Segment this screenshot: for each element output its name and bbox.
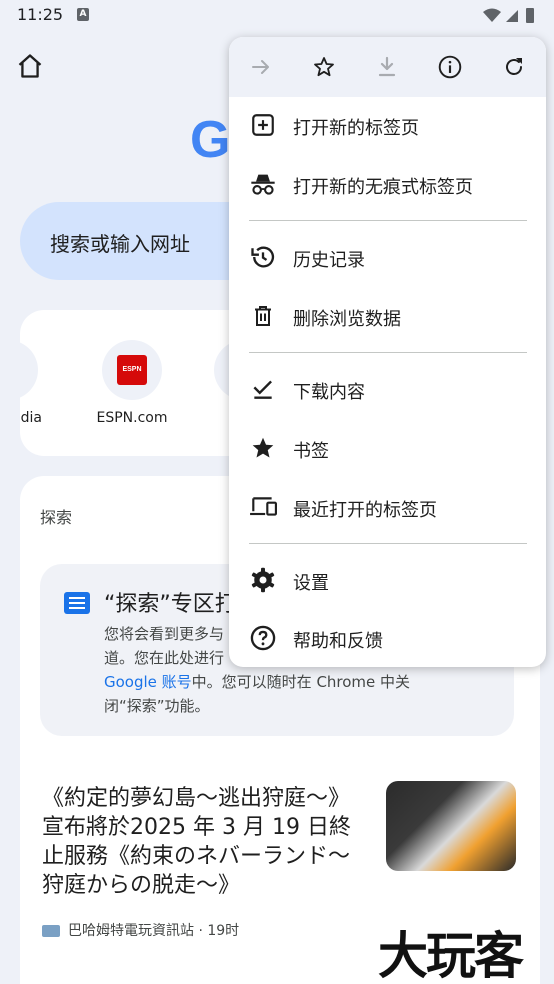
menu-item-label: 设置	[293, 573, 329, 594]
google-logo: G	[190, 111, 231, 169]
menu-item-incognito[interactable]: 打开新的无痕式标签页	[229, 155, 546, 213]
incognito-icon	[249, 170, 277, 198]
menu-toolbar	[229, 37, 546, 97]
tile-label: ESPN.com	[96, 410, 168, 426]
menu-item-new-tab[interactable]: 打开新的标签页	[229, 96, 546, 154]
menu-item-history[interactable]: 历史记录	[229, 228, 546, 286]
signal-battery-icons	[483, 8, 534, 23]
shortcut-tile-wikipedia[interactable]: W pedia	[20, 340, 58, 426]
menu-item-label: 最近打开的标签页	[293, 500, 437, 521]
status-time: 11:25	[17, 5, 64, 24]
downloads-check-icon	[249, 375, 277, 403]
news-thumbnail[interactable]	[386, 781, 516, 871]
search-placeholder: 搜索或输入网址	[50, 232, 190, 256]
menu-item-label: 打开新的标签页	[293, 118, 419, 139]
help-icon	[249, 624, 277, 652]
espn-icon: ESPN	[102, 340, 162, 400]
wikipedia-icon: W	[20, 340, 38, 400]
overflow-menu: 打开新的标签页 打开新的无痕式标签页 历史记录 删除浏览数据 下载内容 书签 最…	[229, 37, 546, 667]
tile-label: pedia	[20, 410, 42, 426]
menu-item-help[interactable]: 帮助和反馈	[229, 609, 546, 667]
discover-header: 探索	[40, 508, 73, 527]
promo-title: “探索”专区打	[104, 592, 237, 617]
reload-button[interactable]	[498, 51, 530, 83]
google-account-link[interactable]: Google 账号	[104, 673, 192, 691]
source-logo-icon	[42, 925, 60, 937]
reload-icon	[506, 58, 522, 75]
menu-item-recent-tabs[interactable]: 最近打开的标签页	[229, 478, 546, 536]
download-icon	[378, 56, 396, 77]
menu-divider	[249, 352, 527, 353]
menu-item-label: 历史记录	[293, 250, 365, 271]
menu-item-clear-data[interactable]: 删除浏览数据	[229, 287, 546, 345]
menu-item-label: 删除浏览数据	[293, 309, 401, 330]
history-icon	[249, 243, 277, 271]
news-headline[interactable]: 《約定的夢幻島～逃出狩庭～》宣布將於2025 年 3 月 19 日終止服務《約束…	[42, 784, 362, 900]
status-bar: 11:25 A	[0, 0, 554, 30]
menu-divider	[249, 220, 527, 221]
devices-icon	[249, 493, 277, 521]
menu-item-downloads[interactable]: 下载内容	[229, 360, 546, 418]
star-outline-icon	[314, 57, 334, 77]
forward-arrow-icon	[252, 60, 269, 74]
watermark: 大玩客	[378, 926, 524, 984]
settings-gear-icon	[249, 566, 277, 594]
trash-icon	[249, 302, 277, 330]
news-source: 巴哈姆特電玩資訊站 · 19时	[42, 920, 239, 940]
star-filled-icon	[249, 434, 277, 462]
bookmark-button[interactable]	[308, 51, 340, 83]
menu-item-label: 打开新的无痕式标签页	[293, 177, 473, 198]
forward-button[interactable]	[245, 51, 277, 83]
menu-divider	[249, 543, 527, 544]
shortcut-tile-espn[interactable]: ESPN ESPN.com	[82, 340, 182, 426]
download-button[interactable]	[371, 51, 403, 83]
menu-item-label: 书签	[293, 441, 329, 462]
page-info-button[interactable]	[434, 51, 466, 83]
notification-a-icon: A	[77, 8, 89, 21]
home-icon[interactable]	[16, 52, 44, 80]
newspaper-icon	[64, 592, 90, 614]
menu-item-settings[interactable]: 设置	[229, 551, 546, 609]
info-icon	[438, 55, 462, 79]
new-tab-icon	[249, 111, 277, 139]
menu-item-label: 下载内容	[293, 382, 365, 403]
menu-item-label: 帮助和反馈	[293, 631, 383, 652]
menu-item-bookmarks[interactable]: 书签	[229, 419, 546, 477]
